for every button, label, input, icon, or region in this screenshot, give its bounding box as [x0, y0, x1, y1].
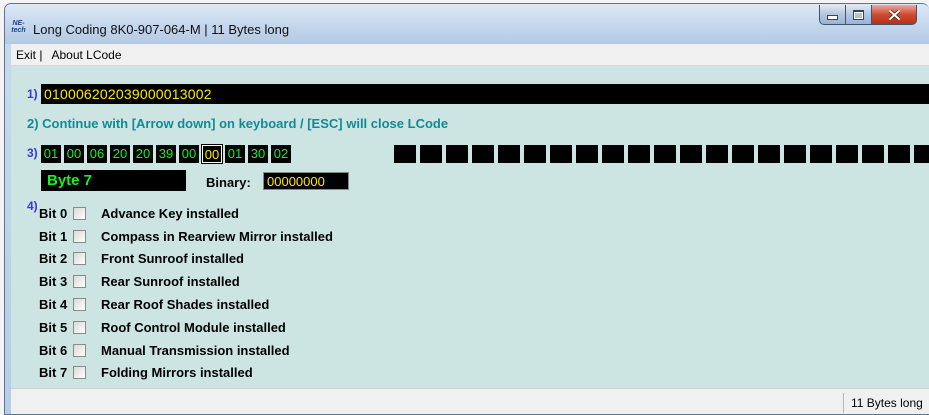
bit-description: Front Sunroof installed: [101, 251, 244, 267]
bit-label: Bit 0: [39, 205, 68, 221]
bit-checkbox[interactable]: [73, 275, 86, 289]
empty-byte-cell[interactable]: [576, 145, 598, 163]
status-bar: 11 Bytes long: [11, 388, 929, 414]
empty-byte-cell[interactable]: [758, 145, 780, 163]
status-text: 11 Bytes long: [851, 396, 923, 410]
bit-label: Bit 6: [39, 342, 68, 358]
byte-cell[interactable]: 02: [271, 145, 291, 163]
bit-label: Bit 4: [39, 297, 68, 313]
bit-row: Bit 3 Rear Sunroof installed: [27, 270, 333, 293]
empty-byte-cell[interactable]: [446, 145, 468, 163]
selected-byte-label: Byte 7: [41, 170, 186, 191]
bit-row: Bit 5 Roof Control Module installed: [27, 316, 333, 339]
empty-byte-cell[interactable]: [862, 145, 884, 163]
menu-about-lcode[interactable]: About LCode: [45, 48, 127, 62]
bit-checkbox[interactable]: [73, 366, 86, 380]
logo-text-top: NE-: [12, 20, 25, 27]
unused-byte-cells: [394, 145, 929, 163]
close-button[interactable]: [872, 5, 917, 25]
bit-label: Bit 5: [39, 319, 68, 335]
empty-byte-cell[interactable]: [680, 145, 702, 163]
section-label-1: 1): [27, 87, 38, 101]
empty-byte-cell[interactable]: [836, 145, 858, 163]
empty-byte-cell[interactable]: [654, 145, 676, 163]
empty-byte-cell[interactable]: [602, 145, 624, 163]
binary-value-field[interactable]: 00000000: [263, 172, 349, 190]
bit-row: Bit 2 Front Sunroof installed: [27, 248, 333, 271]
bit-label: Bit 1: [39, 228, 68, 244]
menu-bar: Exit | About LCode: [11, 44, 929, 66]
bit-row: Bit 4 Rear Roof Shades installed: [27, 293, 333, 316]
bit-description: Compass in Rearview Mirror installed: [101, 228, 333, 244]
byte-cell[interactable]: 00: [179, 145, 199, 163]
bit-list: 4) Bit 0 Advance Key installed Bit 1 Compas…: [27, 199, 333, 384]
empty-byte-cell[interactable]: [420, 145, 442, 163]
menu-exit[interactable]: Exit |: [11, 48, 45, 62]
title-bar[interactable]: NE- tech Long Coding 8K0-907-064-M | 11 …: [5, 4, 929, 44]
bit-checkbox[interactable]: [73, 229, 86, 243]
byte-cell[interactable]: 30: [248, 145, 268, 163]
bit-label: Bit 3: [39, 274, 68, 290]
bit-rows: Bit 0 Advance Key installed Bit 1 Compass i…: [27, 202, 333, 384]
bit-checkbox[interactable]: [73, 343, 86, 357]
byte-cell[interactable]: 01: [41, 145, 61, 163]
bit-checkbox[interactable]: [73, 206, 86, 220]
maximize-button[interactable]: [846, 5, 872, 25]
bit-description: Folding Mirrors installed: [101, 365, 253, 381]
desktop: NE- tech Long Coding 8K0-907-064-M | 11 …: [0, 0, 929, 415]
bit-label: Bit 7: [39, 365, 68, 381]
byte-cell[interactable]: 39: [156, 145, 176, 163]
byte-cell[interactable]: 20: [133, 145, 153, 163]
minimize-button[interactable]: [819, 5, 846, 25]
close-icon: [888, 9, 900, 20]
bit-row: Bit 7 Folding Mirrors installed: [27, 362, 333, 385]
section-label-3: 3): [27, 146, 38, 160]
empty-byte-cell[interactable]: [498, 145, 520, 163]
window-title: Long Coding 8K0-907-064-M | 11 Bytes lon…: [33, 22, 290, 37]
bit-description: Roof Control Module installed: [101, 319, 286, 335]
status-separator: [843, 393, 844, 413]
ne-tech-logo-icon: NE- tech: [10, 20, 27, 34]
minimize-icon: [827, 15, 838, 20]
byte-cell[interactable]: 01: [225, 145, 245, 163]
empty-byte-cell[interactable]: [888, 145, 910, 163]
empty-byte-cell[interactable]: [550, 145, 572, 163]
logo-text-bottom: tech: [11, 27, 26, 34]
empty-byte-cell[interactable]: [394, 145, 416, 163]
maximize-icon: [853, 9, 864, 20]
empty-byte-cell[interactable]: [524, 145, 546, 163]
bit-row: Bit 0 Advance Key installed: [27, 202, 333, 225]
bit-description: Rear Sunroof installed: [101, 274, 240, 290]
lcode-window: NE- tech Long Coding 8K0-907-064-M | 11 …: [4, 3, 929, 415]
byte-cell[interactable]: 00: [64, 145, 84, 163]
empty-byte-cell[interactable]: [732, 145, 754, 163]
empty-byte-cell[interactable]: [706, 145, 728, 163]
byte-cell[interactable]: 06: [87, 145, 107, 163]
bit-checkbox[interactable]: [73, 252, 86, 266]
bit-description: Rear Roof Shades installed: [101, 297, 270, 313]
empty-byte-cell[interactable]: [914, 145, 929, 163]
bit-row: Bit 1 Compass in Rearview Mirror installe…: [27, 225, 333, 248]
coding-string-field[interactable]: 010006202039000013002: [41, 84, 929, 104]
client-area: 1) 010006202039000013002 2) Continue wit…: [11, 66, 929, 388]
byte-cells: 01 00 06 20 20 39 00 00 01 30 02: [41, 144, 294, 164]
empty-byte-cell[interactable]: [472, 145, 494, 163]
bit-description: Advance Key installed: [101, 205, 239, 221]
bit-row: Bit 6 Manual Transmission installed: [27, 339, 333, 362]
empty-byte-cell[interactable]: [810, 145, 832, 163]
bit-checkbox[interactable]: [73, 320, 86, 334]
bit-label: Bit 2: [39, 251, 68, 267]
empty-byte-cell[interactable]: [628, 145, 650, 163]
bit-description: Manual Transmission installed: [101, 342, 290, 358]
binary-label: Binary:: [206, 175, 251, 190]
instruction-text: 2) Continue with [Arrow down] on keyboar…: [27, 116, 449, 131]
byte-cell-selected[interactable]: 00: [201, 144, 223, 164]
byte-cell[interactable]: 20: [110, 145, 130, 163]
empty-byte-cell[interactable]: [784, 145, 806, 163]
bit-checkbox[interactable]: [73, 298, 86, 312]
caption-buttons: [819, 5, 917, 25]
